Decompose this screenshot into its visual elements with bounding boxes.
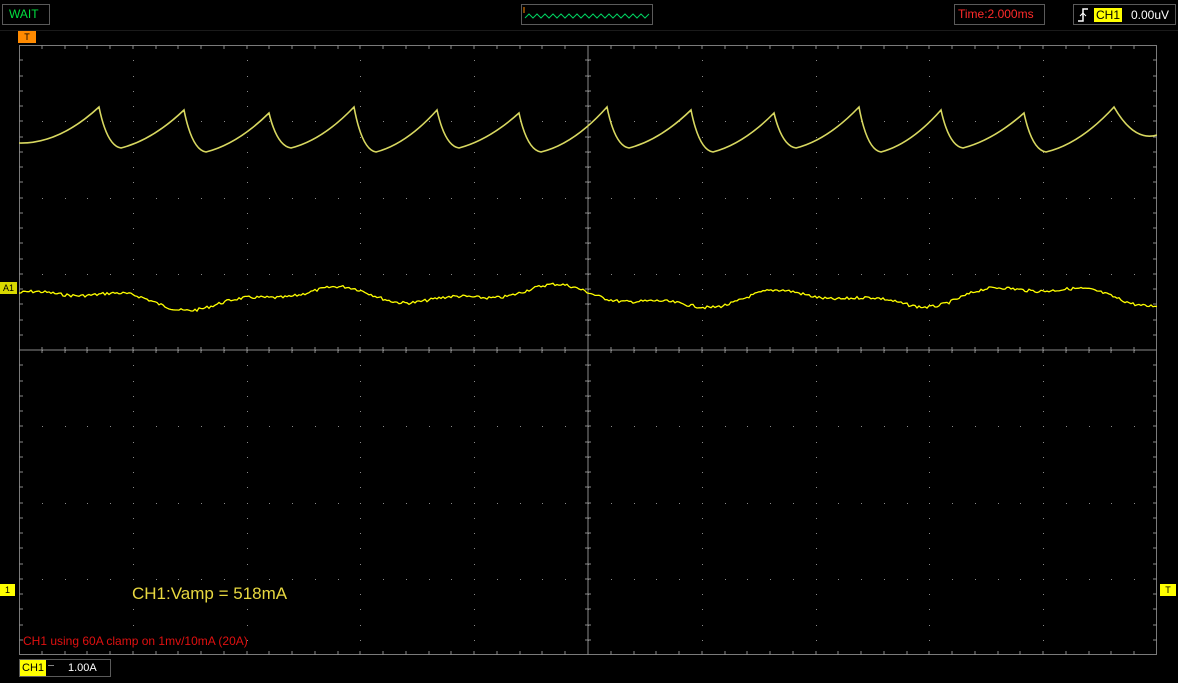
ch1-label: CH1 — [20, 660, 47, 676]
waveform-overview-icon — [523, 7, 650, 19]
timebase-readout[interactable]: Time:2.000ms — [954, 4, 1045, 25]
ch1-scale-value: 1.00A — [68, 662, 97, 674]
measurement-readout: CH1:Vamp = 518mA — [132, 584, 288, 603]
dc-coupling-icon: ┄ — [48, 661, 55, 672]
oscilloscope-screen[interactable] — [19, 45, 1157, 655]
timebase-text: Time:2.000ms — [958, 7, 1034, 21]
trigger-level-value: 0.00uV — [1131, 8, 1170, 22]
ch1-scale-readout[interactable]: CH1 ┄ 1.00A — [19, 659, 111, 677]
trigger-channel: CH1 — [1094, 8, 1123, 22]
trigger-level-marker[interactable]: T — [1160, 584, 1176, 596]
probe-note: CH1 using 60A clamp on 1mv/10mA (20A) — [23, 634, 248, 648]
trigger-readout[interactable]: CH1 0.00uV — [1073, 4, 1176, 25]
waveform-display — [19, 45, 1157, 655]
bottom-status-bar: CH1 ┄ 1.00A — [0, 657, 1178, 683]
waveform-overview[interactable] — [521, 4, 653, 25]
acquisition-status: WAIT — [2, 4, 50, 25]
ch1-offset-marker[interactable]: 1 — [0, 584, 15, 596]
top-status-bar: WAIT Time:2.000ms CH1 0.00uV — [0, 0, 1178, 31]
rising-edge-icon — [1078, 8, 1088, 22]
acquisition-status-text: WAIT — [9, 7, 39, 21]
trigger-position-marker[interactable]: T — [18, 31, 36, 43]
reference-a1-marker[interactable]: A1 — [0, 282, 17, 294]
